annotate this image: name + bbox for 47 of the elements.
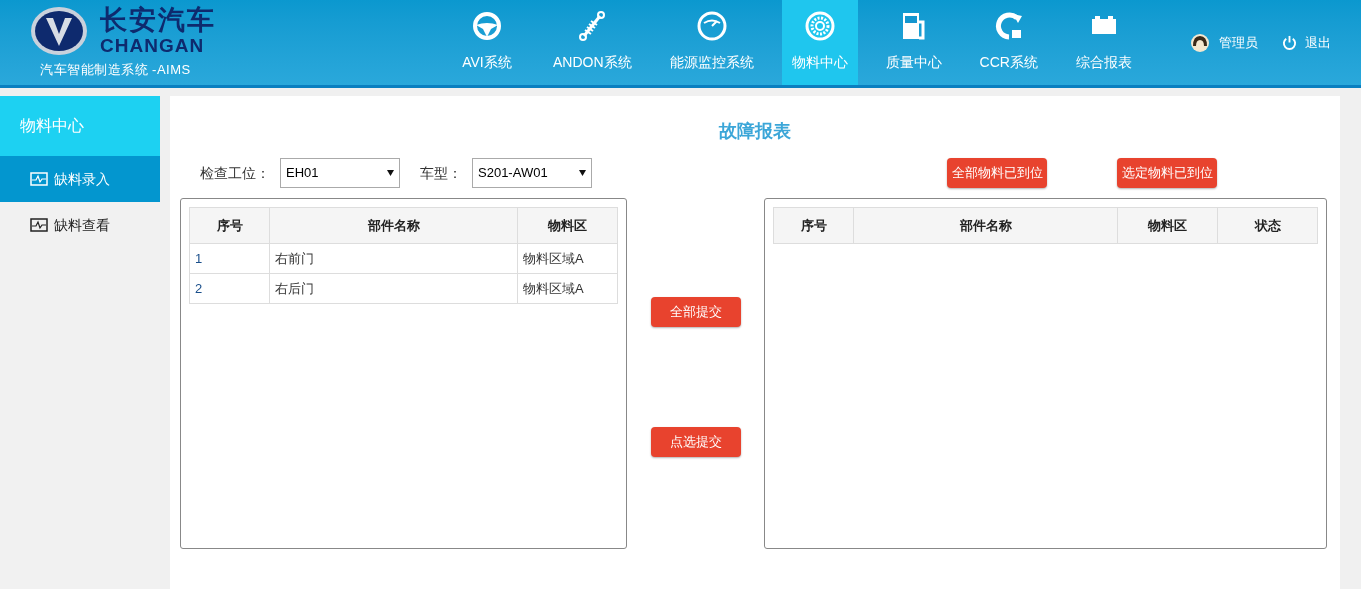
gauge-icon xyxy=(695,10,728,42)
logo-title: 长安汽车 xyxy=(100,7,216,34)
filter-label: 检查工位： xyxy=(200,163,270,183)
system-name: 汽车智能制造系统 -AIMS xyxy=(40,61,192,79)
power-icon xyxy=(1281,35,1297,50)
nav-tab[interactable]: 综合报表 xyxy=(1065,0,1142,85)
dropdown-arrow-icon xyxy=(387,170,394,176)
avatar-icon xyxy=(1190,33,1209,52)
table-cell: 1 xyxy=(189,243,270,274)
nav-tab[interactable]: 质量中心 xyxy=(875,0,952,85)
dropdown-arrow-icon xyxy=(579,170,586,176)
column-header: 部件名称 xyxy=(269,207,518,244)
logo-subtitle: CHANGAN xyxy=(100,36,206,55)
confirm-button[interactable]: 全部物料已到位 xyxy=(947,158,1047,188)
table-cell: 右后门 xyxy=(269,273,518,304)
page-title: 故障报表 xyxy=(717,120,792,143)
nav-tab[interactable]: CCR系统 xyxy=(969,0,1048,85)
nav-tab[interactable]: ANDON系统 xyxy=(543,0,642,85)
chart-icon xyxy=(30,218,48,232)
sidebar-title: 物料中心 xyxy=(0,96,160,156)
column-header: 序号 xyxy=(773,207,854,244)
logo-icon xyxy=(30,6,88,56)
logout-button[interactable]: 退出 xyxy=(1281,32,1331,53)
select-field[interactable]: S201-AW01 xyxy=(472,158,592,188)
submit-button[interactable]: 全部提交 xyxy=(650,297,741,327)
filter-label: 车型： xyxy=(420,163,462,183)
select-field[interactable]: EH01 xyxy=(280,158,400,188)
column-header: 序号 xyxy=(189,207,270,244)
chart-icon xyxy=(30,172,48,186)
submit-button[interactable]: 点选提交 xyxy=(650,427,741,457)
column-header: 物料区 xyxy=(1117,207,1218,244)
sidebar-item[interactable]: 缺料录入 xyxy=(0,156,160,202)
nav-tab[interactable]: 物料中心 xyxy=(781,0,858,85)
table-cell: 2 xyxy=(189,273,270,304)
column-header: 物料区 xyxy=(517,207,618,244)
table-cell: 右前门 xyxy=(269,243,518,274)
nav-tab[interactable]: AVI系统 xyxy=(449,0,525,85)
sidebar-item[interactable]: 缺料查看 xyxy=(0,202,160,248)
column-header: 部件名称 xyxy=(853,207,1118,244)
table-cell: 物料区域A xyxy=(517,243,618,274)
confirm-button[interactable]: 选定物料已到位 xyxy=(1117,158,1217,188)
user-name[interactable]: 管理员 xyxy=(1218,32,1258,53)
column-header: 状态 xyxy=(1217,207,1318,244)
table-cell: 物料区域A xyxy=(517,273,618,304)
steering-wheel-icon xyxy=(471,10,503,42)
bearing-icon xyxy=(803,10,836,42)
nav-tab[interactable]: 能源监控系统 xyxy=(659,0,764,85)
